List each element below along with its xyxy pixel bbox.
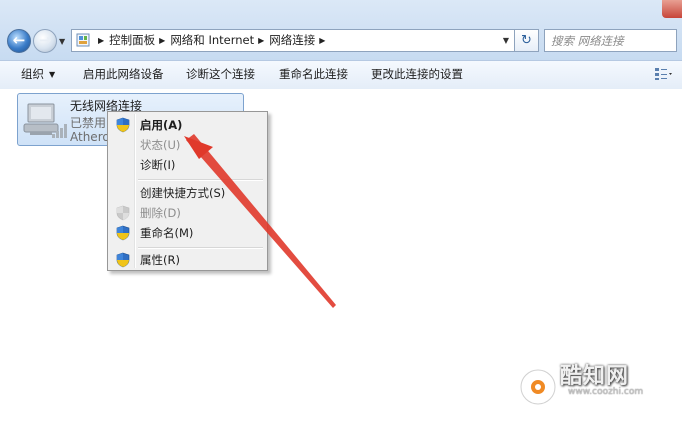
command-bar: 组织 ▼ 启用此网络设备 诊断这个连接 重命名此连接 更改此连接的设置 (0, 60, 682, 90)
uac-shield-icon (116, 225, 130, 241)
menu-item-properties[interactable]: 属性(R) (110, 250, 265, 270)
forward-arrow-icon: → (38, 31, 52, 49)
organize-menu-button[interactable]: 组织 ▼ (21, 61, 55, 89)
diagnose-connection-button[interactable]: 诊断这个连接 (186, 61, 255, 89)
menu-item-label: 重命名(M) (140, 226, 194, 240)
menu-item-label: 创建快捷方式(S) (140, 186, 226, 200)
recent-pages-dropdown[interactable]: ▼ (59, 37, 65, 46)
control-panel-icon (76, 33, 90, 47)
menu-item-label: 诊断(I) (140, 158, 176, 172)
address-history-dropdown[interactable]: ▼ (503, 30, 509, 51)
breadcrumb: ▶ 控制面板 ▶ 网络和 Internet ▶ 网络连接 ▶ (94, 30, 330, 51)
search-input[interactable] (551, 31, 671, 50)
menu-item-label: 属性(R) (140, 253, 180, 267)
window-close-button[interactable] (662, 0, 682, 18)
breadcrumb-network-internet[interactable]: 网络和 Internet (170, 33, 254, 47)
change-settings-button[interactable]: 更改此连接的设置 (371, 61, 463, 89)
menu-item-enable[interactable]: 启用(A) (110, 115, 265, 135)
connection-status: 已禁用 (70, 116, 107, 130)
organize-label: 组织 (21, 67, 44, 81)
watermark-text: 酷知网 (560, 364, 630, 389)
refresh-button[interactable]: ↻ (515, 29, 539, 52)
menu-item-delete: 删除(D) (110, 203, 265, 223)
menu-separator (138, 247, 263, 249)
forward-button[interactable]: → (33, 29, 57, 53)
menu-item-diagnose[interactable]: 诊断(I) (110, 155, 265, 175)
search-box[interactable] (544, 29, 677, 52)
enable-device-button[interactable]: 启用此网络设备 (83, 61, 164, 89)
menu-item-label: 状态(U) (140, 138, 181, 152)
wireless-adapter-icon (23, 103, 67, 138)
watermark-url: www.coozhi.com (568, 387, 644, 397)
menu-item-create-shortcut[interactable]: 创建快捷方式(S) (110, 183, 265, 203)
address-bar-region: ← → ▼ ▶ 控制面板 ▶ 网络和 Internet ▶ 网络连接 ▶ ▼ ↻ (0, 0, 682, 60)
menu-separator (138, 179, 263, 181)
menu-item-rename[interactable]: 重命名(M) (110, 223, 265, 243)
breadcrumb-network-connections[interactable]: 网络连接 (269, 33, 315, 47)
menu-item-status: 状态(U) (110, 135, 265, 155)
breadcrumb-separator-icon[interactable]: ▶ (319, 30, 325, 51)
rename-connection-button[interactable]: 重命名此连接 (279, 61, 348, 89)
breadcrumb-separator-icon[interactable]: ▶ (98, 30, 104, 51)
uac-shield-icon (116, 205, 130, 221)
back-arrow-icon: ← (12, 31, 26, 49)
uac-shield-icon (116, 117, 130, 133)
breadcrumb-control-panel[interactable]: 控制面板 (109, 33, 155, 47)
menu-item-label: 删除(D) (140, 206, 181, 220)
uac-shield-icon (116, 252, 130, 268)
back-button[interactable]: ← (7, 29, 31, 53)
chevron-down-icon: ▼ (49, 70, 56, 79)
refresh-icon: ↻ (521, 33, 532, 48)
change-view-icon[interactable] (654, 67, 672, 81)
address-box[interactable]: ▶ 控制面板 ▶ 网络和 Internet ▶ 网络连接 ▶ ▼ (71, 29, 515, 52)
breadcrumb-separator-icon[interactable]: ▶ (258, 30, 264, 51)
context-menu: 启用(A) 状态(U) 诊断(I) 创建快捷方式(S) 删除(D) 重命名(M) (107, 111, 268, 271)
menu-item-label: 启用(A) (140, 118, 183, 132)
breadcrumb-separator-icon[interactable]: ▶ (159, 30, 165, 51)
